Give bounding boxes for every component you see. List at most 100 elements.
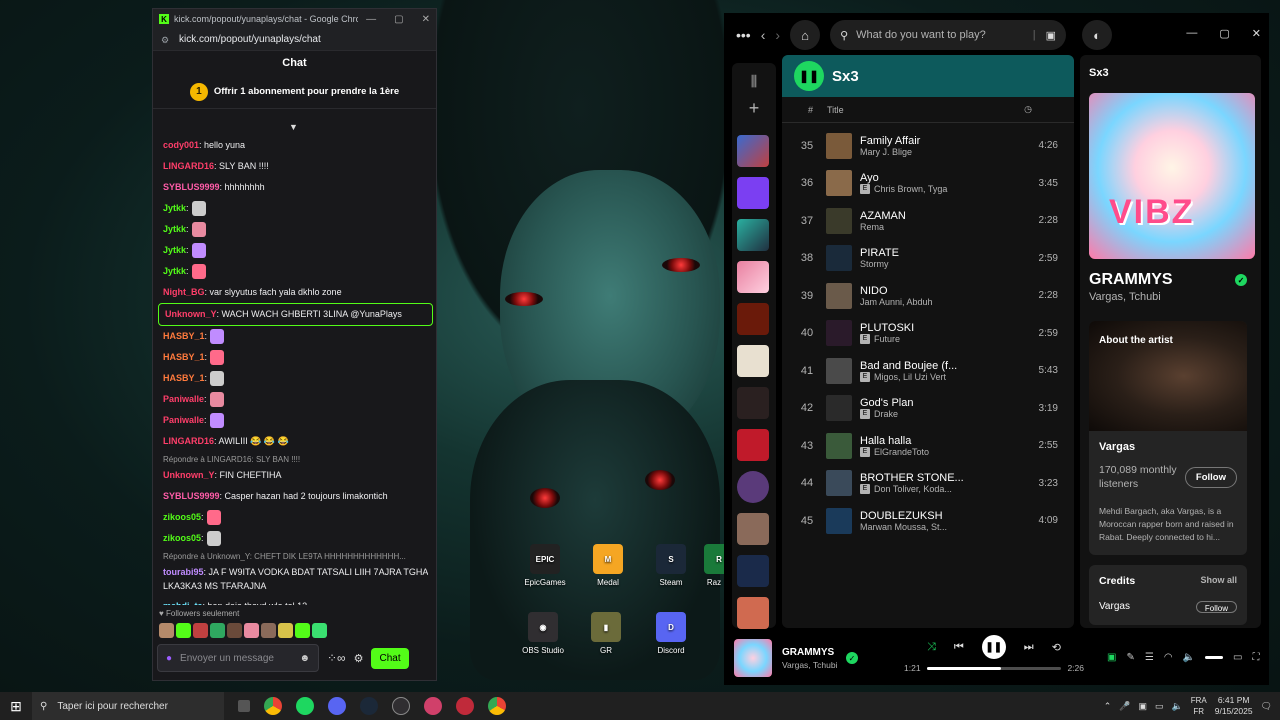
track-row[interactable]: 35 Family Affair Mary J. Blige 4:26 [782, 127, 1074, 165]
spotify-minimize-icon[interactable]: — [1186, 27, 1197, 40]
chat-username[interactable]: Paniwalle [163, 410, 204, 431]
artist-name[interactable]: Vargas [1099, 441, 1237, 453]
chat-username[interactable]: HASBY_1 [163, 347, 205, 368]
desktop-shortcut[interactable]: R Raz [704, 544, 724, 587]
profile-avatar[interactable]: ◐ [1082, 20, 1113, 50]
next-icon[interactable]: ⏭ [1024, 641, 1034, 654]
library-item[interactable] [737, 303, 769, 335]
spotify-maximize-icon[interactable]: ▢ [1219, 27, 1229, 40]
now-playing-view-icon[interactable]: ▣ [1107, 652, 1116, 663]
track-row[interactable]: 38 PIRATE Stormy 2:59 [782, 240, 1074, 278]
notification-icon[interactable]: 🗨 [1261, 701, 1272, 712]
track-title[interactable]: DOUBLEZUKSH [860, 510, 985, 522]
desktop-shortcut[interactable]: ▮ GR [576, 612, 636, 655]
about-artist-card[interactable]: About the artist Vargas 170,089 monthly … [1089, 321, 1247, 555]
chat-username[interactable]: Unknown_Y [163, 465, 215, 486]
spotify-close-icon[interactable]: ✕ [1252, 27, 1261, 40]
progress-bar[interactable] [926, 666, 1062, 670]
chat-username[interactable]: Paniwalle [163, 389, 204, 410]
emote-icon[interactable] [176, 623, 191, 638]
message-input[interactable]: ● Envoyer un message ☻ [157, 644, 319, 672]
miniplayer-icon[interactable]: ▭ [1233, 652, 1242, 663]
chat-emote-icon[interactable] [191, 222, 206, 237]
obs-taskbar-icon[interactable] [392, 697, 410, 715]
windows-start-icon[interactable]: ⊞ [0, 698, 32, 715]
track-row[interactable]: 41 Bad and Boujee (f... E Migos, Lil Uzi Ve… [782, 352, 1074, 390]
task-view-icon[interactable] [238, 700, 250, 712]
infinity-points-icon[interactable]: ⁘∞ [327, 651, 346, 665]
track-artist[interactable]: Future [874, 334, 900, 344]
microphone-icon[interactable]: ● [166, 653, 172, 664]
spotify-taskbar-icon[interactable] [296, 697, 314, 715]
site-info-icon[interactable]: ⚙ [161, 35, 171, 45]
minimize-icon[interactable]: — [366, 14, 376, 25]
now-playing-artist[interactable]: Vargas, Tchubi [1089, 291, 1247, 303]
chat-emote-icon[interactable] [191, 264, 206, 279]
chat-username[interactable]: LINGARD16 [163, 431, 214, 452]
library-item[interactable] [737, 345, 769, 377]
clock[interactable]: 6:41 PM 9/15/2025 [1215, 695, 1253, 717]
player-saved-icon[interactable]: ✓ [846, 652, 858, 664]
desktop-shortcut[interactable]: M Medal [578, 544, 638, 587]
track-row[interactable]: 42 God's Plan E Drake 3:19 [782, 390, 1074, 428]
chat-username[interactable]: zikoos05 [163, 528, 201, 549]
track-title[interactable]: Halla halla [860, 435, 985, 447]
library-item[interactable] [737, 555, 769, 587]
emote-icon[interactable] [261, 623, 276, 638]
desktop-shortcut[interactable]: S Steam [641, 544, 701, 587]
spotify-search-input[interactable]: ⚲ What do you want to play? | ▣ [830, 20, 1067, 50]
track-artist[interactable]: Migos, Lil Uzi Vert [874, 372, 946, 382]
mic-tray-icon[interactable]: 🎤 [1119, 701, 1130, 712]
emoji-picker-icon[interactable]: ☻ [299, 653, 310, 664]
track-artist[interactable]: ElGrandeToto [874, 447, 929, 457]
credit-follow-button[interactable]: Follow [1195, 601, 1237, 613]
chat-username[interactable]: SYBLUS9999 [163, 177, 220, 198]
emote-icon[interactable] [193, 623, 208, 638]
desktop-shortcut[interactable]: ◉ OBS Studio [513, 612, 573, 655]
track-row[interactable]: 43 Halla halla E ElGrandeToto 2:55 [782, 427, 1074, 465]
home-icon[interactable]: ⌂ [790, 20, 821, 50]
track-title[interactable]: God's Plan [860, 397, 985, 409]
chat-username[interactable]: Jytkk [163, 261, 186, 282]
chat-username[interactable]: Unknown_Y [165, 304, 217, 325]
scroll-down-icon[interactable]: ▼ [289, 122, 298, 132]
chat-emote-icon[interactable] [210, 329, 225, 344]
language-indicator[interactable]: FRA FR [1191, 695, 1207, 717]
chat-username[interactable]: Jytkk [163, 219, 186, 240]
chat-username[interactable]: Jytkk [163, 198, 186, 219]
chat-emote-icon[interactable] [210, 371, 225, 386]
track-artist[interactable]: Don Toliver, Koda... [874, 484, 952, 494]
emote-icon[interactable] [312, 623, 327, 638]
emote-icon[interactable] [244, 623, 259, 638]
track-title[interactable]: AZAMAN [860, 210, 985, 222]
chat-username[interactable]: HASBY_1 [163, 326, 205, 347]
lyrics-icon[interactable]: ✎ [1126, 652, 1134, 663]
player-title[interactable]: GRAMMYS [782, 647, 846, 658]
gift-sub-banner[interactable]: 1 Offrir 1 abonnement pour prendre la 1è… [153, 75, 436, 109]
chat-username[interactable]: mehdi_ta [163, 596, 203, 605]
track-row[interactable]: 45 DOUBLEZUKSH Marwan Moussa, St... 4:09 [782, 502, 1074, 540]
network-icon[interactable]: ▭ [1155, 701, 1164, 712]
credit-name[interactable]: Vargas [1099, 601, 1130, 613]
chat-emote-icon[interactable] [209, 392, 224, 407]
emote-icon[interactable] [278, 623, 293, 638]
track-artist[interactable]: Rema [860, 222, 884, 232]
back-arrow-icon[interactable]: ‹ [761, 27, 766, 43]
more-options-icon[interactable]: ••• [736, 27, 751, 43]
chat-emote-icon[interactable] [206, 531, 221, 546]
emote-icon[interactable] [210, 623, 225, 638]
track-artist[interactable]: Drake [874, 409, 898, 419]
tray-chevron-icon[interactable]: ⌃ [1104, 701, 1112, 712]
maximize-icon[interactable]: ▢ [394, 14, 403, 25]
app-taskbar-icon[interactable] [424, 697, 442, 715]
saved-check-icon[interactable]: ✓ [1235, 274, 1247, 286]
track-row[interactable]: 37 AZAMAN Rema 2:28 [782, 202, 1074, 240]
volume-tray-icon[interactable]: 🔈 [1172, 701, 1183, 712]
browse-icon[interactable]: ▣ [1046, 29, 1056, 42]
pause-playlist-button[interactable]: ❚❚ [794, 61, 824, 91]
forward-arrow-icon[interactable]: › [775, 27, 780, 43]
chrome-taskbar-icon[interactable] [264, 697, 282, 715]
address-bar[interactable]: ⚙ kick.com/popout/yunaplays/chat [153, 29, 436, 51]
chat-emote-icon[interactable] [191, 243, 206, 258]
track-row[interactable]: 40 PLUTOSKI E Future 2:59 [782, 315, 1074, 353]
